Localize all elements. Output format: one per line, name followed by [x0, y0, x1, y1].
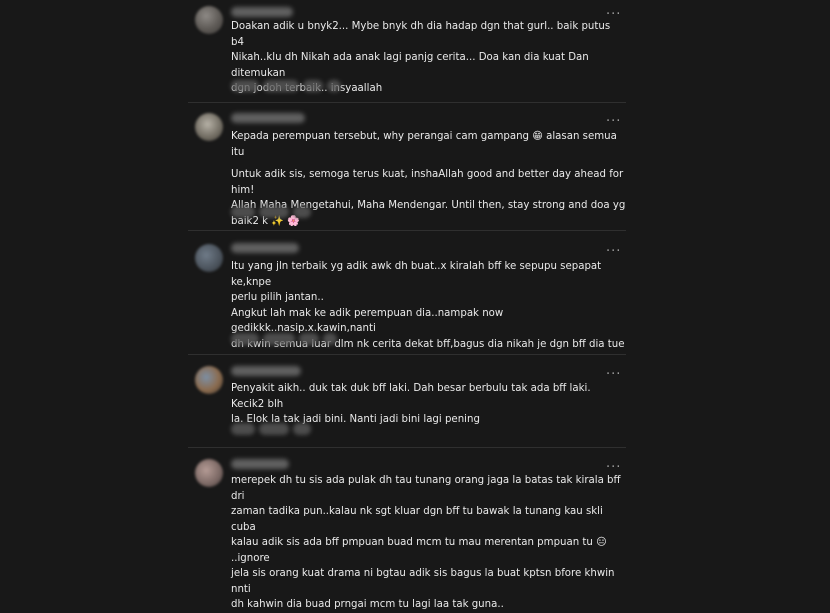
- author-name-blurred[interactable]: [231, 459, 289, 469]
- comment-line: jela sis orang kuat drama ni bgtau adik …: [231, 568, 618, 595]
- divider: [188, 447, 626, 448]
- avatar[interactable]: [195, 244, 223, 272]
- comment-actions-blurred[interactable]: [231, 333, 337, 347]
- avatar[interactable]: [195, 459, 223, 487]
- avatar[interactable]: [195, 6, 223, 34]
- author-name-blurred[interactable]: [231, 7, 293, 17]
- comment-line: perlu pilih jantan..: [231, 292, 324, 303]
- comment-line: Angkut lah mak ke adik perempuan dia..na…: [231, 307, 507, 335]
- avatar[interactable]: [195, 113, 223, 141]
- divider: [188, 230, 626, 231]
- avatar[interactable]: [195, 366, 223, 394]
- comment-line: kalau adik sis ada bff pmpuan buad mcm t…: [231, 537, 610, 564]
- more-options-icon[interactable]: ...: [606, 241, 621, 254]
- more-options-icon[interactable]: ...: [606, 4, 621, 17]
- comment-actions-blurred[interactable]: [231, 206, 311, 220]
- author-name-blurred[interactable]: [231, 366, 301, 376]
- comment-text: Penyakit aikh.. duk tak duk bff laki. Da…: [231, 381, 626, 428]
- more-options-icon[interactable]: ...: [606, 364, 621, 377]
- comment-line: zaman tadika pun..kalau nk sgt kluar dgn…: [231, 506, 607, 533]
- comment-line: Untuk adik sis, semoga terus kuat, insha…: [231, 169, 627, 196]
- comment-line: Itu yang jln terbaik yg adik awk dh buat…: [231, 261, 605, 288]
- comment-line: Nikah..klu dh Nikah ada anak lagi panjg …: [231, 52, 593, 79]
- comment-line: dh kahwin dia buad prngai mcm tu lagi la…: [231, 599, 504, 610]
- author-name-blurred[interactable]: [231, 243, 299, 253]
- comment-actions-blurred[interactable]: [231, 423, 311, 437]
- more-options-icon[interactable]: ...: [606, 111, 621, 124]
- comment-text: merepek dh tu sis ada pulak dh tau tunan…: [231, 473, 626, 613]
- comment-line: Kepada perempuan tersebut, why perangai …: [231, 131, 621, 158]
- divider: [188, 102, 626, 103]
- comment-line: merepek dh tu sis ada pulak dh tau tunan…: [231, 475, 624, 502]
- comment-line: Doakan adik u bnyk2... Mybe bnyk dh dia …: [231, 21, 614, 48]
- divider: [188, 354, 626, 355]
- comment-actions-blurred[interactable]: [231, 80, 341, 94]
- author-name-blurred[interactable]: [231, 113, 305, 123]
- more-options-icon[interactable]: ...: [606, 457, 621, 470]
- comment-feed: ... Doakan adik u bnyk2... Mybe bnyk dh …: [188, 0, 627, 610]
- comment-line: Penyakit aikh.. duk tak duk bff laki. Da…: [231, 383, 594, 410]
